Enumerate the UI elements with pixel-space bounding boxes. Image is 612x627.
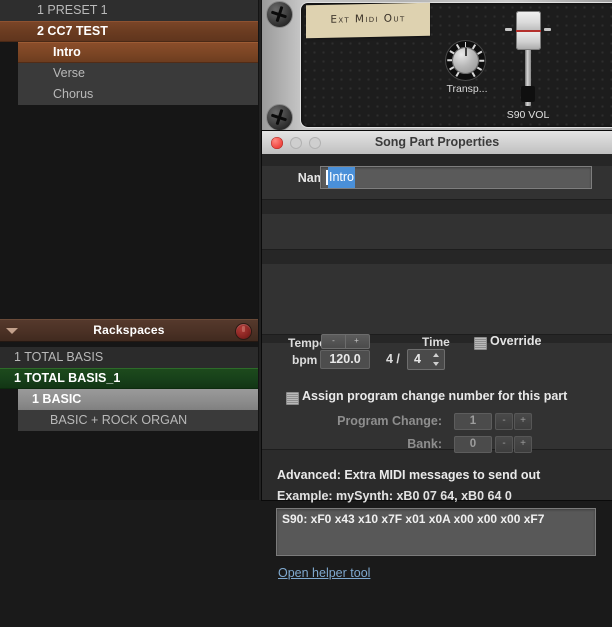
song-part-label: Intro — [53, 45, 81, 59]
song-part-label: Chorus — [53, 87, 94, 101]
midi-messages-textarea[interactable]: S90: xF0 x43 x10 x7F x01 x0A x00 x00 x00… — [276, 508, 596, 556]
variation-label: 1 BASIC — [32, 392, 82, 406]
time-signature-label: Time — [422, 335, 450, 349]
fader-notch-left — [505, 28, 512, 31]
song-label: 2 CC7 TEST — [37, 24, 108, 38]
program-change-decrement-button[interactable]: - — [495, 413, 513, 430]
dialog-titlebar[interactable]: Song Part Properties — [262, 131, 612, 155]
tempo-increment-button[interactable]: + — [345, 335, 368, 348]
rack-label-text: Ext Midi Out — [330, 12, 406, 26]
songs-rackspaces-panel: 1 PRESET 1 2 CC7 TEST Intro Verse Chorus… — [0, 0, 258, 500]
bank-field[interactable]: 0 — [454, 436, 492, 453]
override-checkbox[interactable] — [474, 337, 487, 350]
list-item[interactable]: BASIC + ROCK ORGAN — [0, 410, 258, 431]
midi-messages-value: S90: xF0 x43 x10 x7F x01 x0A x00 x00 x00… — [282, 512, 545, 526]
rackspaces-header[interactable]: Rackspaces — [0, 319, 258, 342]
record-led-icon[interactable] — [235, 323, 252, 340]
s90-volume-fader[interactable] — [505, 8, 551, 108]
bank-decrement-button[interactable]: - — [495, 436, 513, 453]
knob-pointer — [464, 48, 467, 56]
program-change-label: Program Change: — [337, 414, 442, 428]
song-label: 1 PRESET 1 — [37, 3, 108, 17]
fader-notch-right — [544, 28, 551, 31]
rackspace-label: 1 TOTAL BASIS_1 — [14, 371, 121, 385]
list-item[interactable]: Intro — [0, 42, 258, 63]
rackspace-label: 1 TOTAL BASIS — [14, 350, 104, 364]
time-denominator-value: 4 — [414, 352, 421, 366]
variation-label: BASIC + ROCK ORGAN — [50, 413, 188, 427]
rack-hardware-panel: Ext Midi Out Transp... S90 VOL — [262, 0, 612, 131]
program-change-field[interactable]: 1 — [454, 413, 492, 430]
list-item[interactable]: Chorus — [0, 84, 258, 105]
bank-increment-button[interactable]: + — [514, 436, 532, 453]
song-part-label: Verse — [53, 66, 85, 80]
list-item[interactable]: 1 TOTAL BASIS_1 — [0, 368, 258, 389]
transpose-knob-label: Transp... — [446, 83, 488, 95]
list-item[interactable]: 1 PRESET 1 — [0, 0, 258, 21]
s90-volume-label: S90 VOL — [506, 109, 550, 121]
led-highlight — [242, 326, 245, 332]
advanced-title: Advanced: Extra MIDI messages to send ou… — [277, 468, 541, 482]
time-denominator-select[interactable]: 4 — [407, 349, 445, 370]
tempo-value-field[interactable]: 120.0 — [320, 350, 370, 369]
songs-list: 1 PRESET 1 2 CC7 TEST Intro Verse Chorus — [0, 0, 258, 105]
list-item[interactable]: 1 BASIC — [0, 389, 258, 410]
stepper-arrows-icon[interactable] — [433, 353, 440, 366]
section-band — [262, 250, 612, 264]
rackspaces-title: Rackspaces — [93, 323, 165, 337]
list-item[interactable]: Verse — [0, 63, 258, 84]
fader-base — [521, 86, 535, 102]
rack-label-tape: Ext Midi Out — [306, 2, 430, 39]
list-item[interactable]: 2 CC7 TEST — [0, 21, 258, 42]
transpose-knob[interactable] — [445, 40, 486, 81]
dialog-title: Song Part Properties — [374, 135, 500, 149]
time-numerator: 4 / — [386, 352, 400, 366]
override-label: Override — [490, 334, 542, 348]
tempo-stepper[interactable]: - + — [321, 334, 370, 349]
rackspaces-list: 1 TOTAL BASIS 1 TOTAL BASIS_1 1 BASIC BA… — [0, 347, 258, 431]
name-input-value: Intro — [328, 167, 356, 188]
top-band — [262, 154, 612, 166]
assign-program-change-label: Assign program change number for this pa… — [302, 389, 568, 403]
screw-icon — [266, 104, 293, 131]
fader-cap-line — [516, 30, 541, 32]
assign-program-change-checkbox[interactable] — [286, 392, 299, 405]
name-input[interactable]: Intro — [320, 166, 592, 189]
list-item[interactable]: 1 TOTAL BASIS — [0, 347, 258, 368]
advanced-example: Example: mySynth: xB0 07 64, xB0 64 0 — [277, 489, 512, 503]
bpm-label: bpm — [292, 353, 318, 367]
screw-icon — [266, 1, 293, 28]
bank-label: Bank: — [407, 437, 442, 451]
tempo-decrement-button[interactable]: - — [322, 335, 346, 348]
program-change-increment-button[interactable]: + — [514, 413, 532, 430]
open-helper-tool-link[interactable]: Open helper tool — [278, 566, 370, 580]
section-band — [262, 200, 612, 214]
song-part-properties-dialog: Song Part Properties Name: Intro Tempo b… — [262, 131, 612, 580]
